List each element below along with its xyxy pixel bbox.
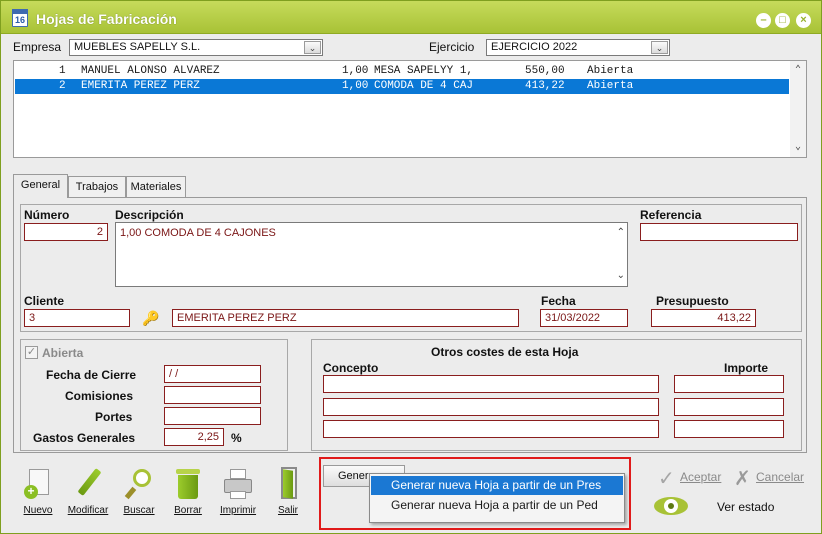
nuevo-button[interactable]: + Nuevo	[16, 467, 60, 516]
list-item-selected[interactable]: 2 EMERITA PEREZ PERZ 1,00 COMODA DE 4 CA…	[15, 79, 789, 94]
empresa-select[interactable]: MUEBLES SAPELLY S.L. ⌄	[69, 39, 323, 56]
aceptar-button[interactable]: Aceptar	[680, 470, 721, 484]
presupuesto-field[interactable]: 413,22	[651, 309, 756, 327]
calendar-icon: 16	[12, 9, 28, 27]
portes-field[interactable]	[164, 407, 261, 425]
tab-trabajos[interactable]: Trabajos	[68, 176, 126, 197]
referencia-label: Referencia	[640, 208, 702, 222]
numero-label: Número	[24, 208, 70, 222]
importe-label: Importe	[724, 361, 769, 375]
concepto-label: Concepto	[323, 361, 379, 375]
cliente-code-field[interactable]: 3	[24, 309, 130, 327]
highlight-box	[319, 457, 631, 530]
exit-door-icon	[271, 467, 305, 501]
importe-field-2[interactable]	[674, 398, 784, 416]
abierta-checkbox[interactable]: ✓	[25, 346, 38, 359]
ejercicio-label: Ejercicio	[429, 40, 475, 54]
concepto-field-2[interactable]	[323, 398, 659, 416]
tab-general[interactable]: General	[13, 174, 68, 198]
chevron-up-icon[interactable]: ⌃	[617, 227, 625, 238]
fecha-cierre-label: Fecha de Cierre	[46, 368, 137, 382]
fecha-label: Fecha	[541, 294, 576, 308]
concepto-field-3[interactable]	[323, 420, 659, 438]
hojas-list[interactable]: 1 MANUEL ALONSO ALVAREZ 1,00 MESA SAPELY…	[13, 60, 807, 158]
descripcion-field[interactable]: 1,00 COMODA DE 4 CAJONES ⌃ ⌄	[115, 222, 628, 287]
magnifier-icon	[122, 467, 156, 501]
numero-field[interactable]: 2	[24, 223, 108, 241]
chevron-down-icon[interactable]: ⌄	[790, 141, 806, 153]
cancel-x-icon: ✗	[734, 468, 751, 490]
descripcion-text: 1,00 COMODA DE 4 CAJONES	[120, 227, 276, 239]
modificar-button[interactable]: Modificar	[66, 467, 110, 516]
key-icon[interactable]: 🔑	[142, 309, 160, 327]
chevron-down-icon[interactable]: ⌄	[304, 41, 321, 54]
pencil-icon	[71, 467, 105, 501]
chevron-down-icon[interactable]: ⌄	[651, 41, 668, 54]
ejercicio-select[interactable]: EJERCICIO 2022 ⌄	[486, 39, 670, 56]
empresa-label: Empresa	[13, 40, 62, 54]
gastos-generales-field[interactable]: 2,25	[164, 428, 224, 446]
window-title: Hojas de Fabricación	[36, 11, 177, 27]
comisiones-field[interactable]	[164, 386, 261, 404]
buscar-button[interactable]: Buscar	[117, 467, 161, 516]
ejercicio-value: EJERCICIO 2022	[491, 41, 578, 53]
ver-estado-button[interactable]: Ver estado	[717, 500, 774, 514]
otros-costes-title: Otros costes de esta Hoja	[431, 345, 579, 359]
list-item[interactable]: 1 MANUEL ALONSO ALVAREZ 1,00 MESA SAPELY…	[15, 64, 789, 79]
chevron-down-icon[interactable]: ⌄	[617, 270, 625, 281]
portes-label: Portes	[95, 410, 133, 424]
importe-field-3[interactable]	[674, 420, 784, 438]
cliente-name-field[interactable]: EMERITA PEREZ PERZ	[172, 309, 519, 327]
chevron-up-icon[interactable]: ⌃	[790, 64, 806, 76]
hojas-fabricacion-window: 16 Hojas de Fabricación – □ × Empresa MU…	[0, 0, 822, 534]
eye-icon	[654, 497, 688, 515]
salir-button[interactable]: Salir	[266, 467, 310, 516]
percent-label: %	[231, 431, 242, 445]
new-document-icon: +	[21, 467, 55, 501]
abierta-label: Abierta	[42, 346, 84, 360]
cliente-label: Cliente	[24, 294, 65, 308]
title-bar: 16 Hojas de Fabricación – □ ×	[1, 1, 821, 34]
referencia-field[interactable]	[640, 223, 798, 241]
empresa-value: MUEBLES SAPELLY S.L.	[74, 41, 201, 53]
gastos-generales-label: Gastos Generales	[33, 431, 136, 445]
imprimir-button[interactable]: Imprimir	[216, 467, 260, 516]
fecha-field[interactable]: 31/03/2022	[540, 309, 628, 327]
concepto-field-1[interactable]	[323, 375, 659, 393]
minimize-icon[interactable]: –	[756, 13, 771, 28]
borrar-button[interactable]: Borrar	[166, 467, 210, 516]
fecha-cierre-field[interactable]: / /	[164, 365, 261, 383]
comisiones-label: Comisiones	[65, 389, 134, 403]
check-icon: ✓	[658, 468, 675, 490]
cancelar-button[interactable]: Cancelar	[756, 470, 804, 484]
tab-materiales[interactable]: Materiales	[126, 176, 186, 197]
list-scrollbar[interactable]: ⌃ ⌄	[790, 61, 806, 157]
printer-icon	[221, 467, 255, 501]
close-icon[interactable]: ×	[796, 13, 811, 28]
maximize-icon[interactable]: □	[775, 13, 790, 28]
trash-icon	[171, 467, 205, 501]
presupuesto-label: Presupuesto	[656, 294, 729, 308]
importe-field-1[interactable]	[674, 375, 784, 393]
descripcion-label: Descripción	[115, 208, 184, 222]
